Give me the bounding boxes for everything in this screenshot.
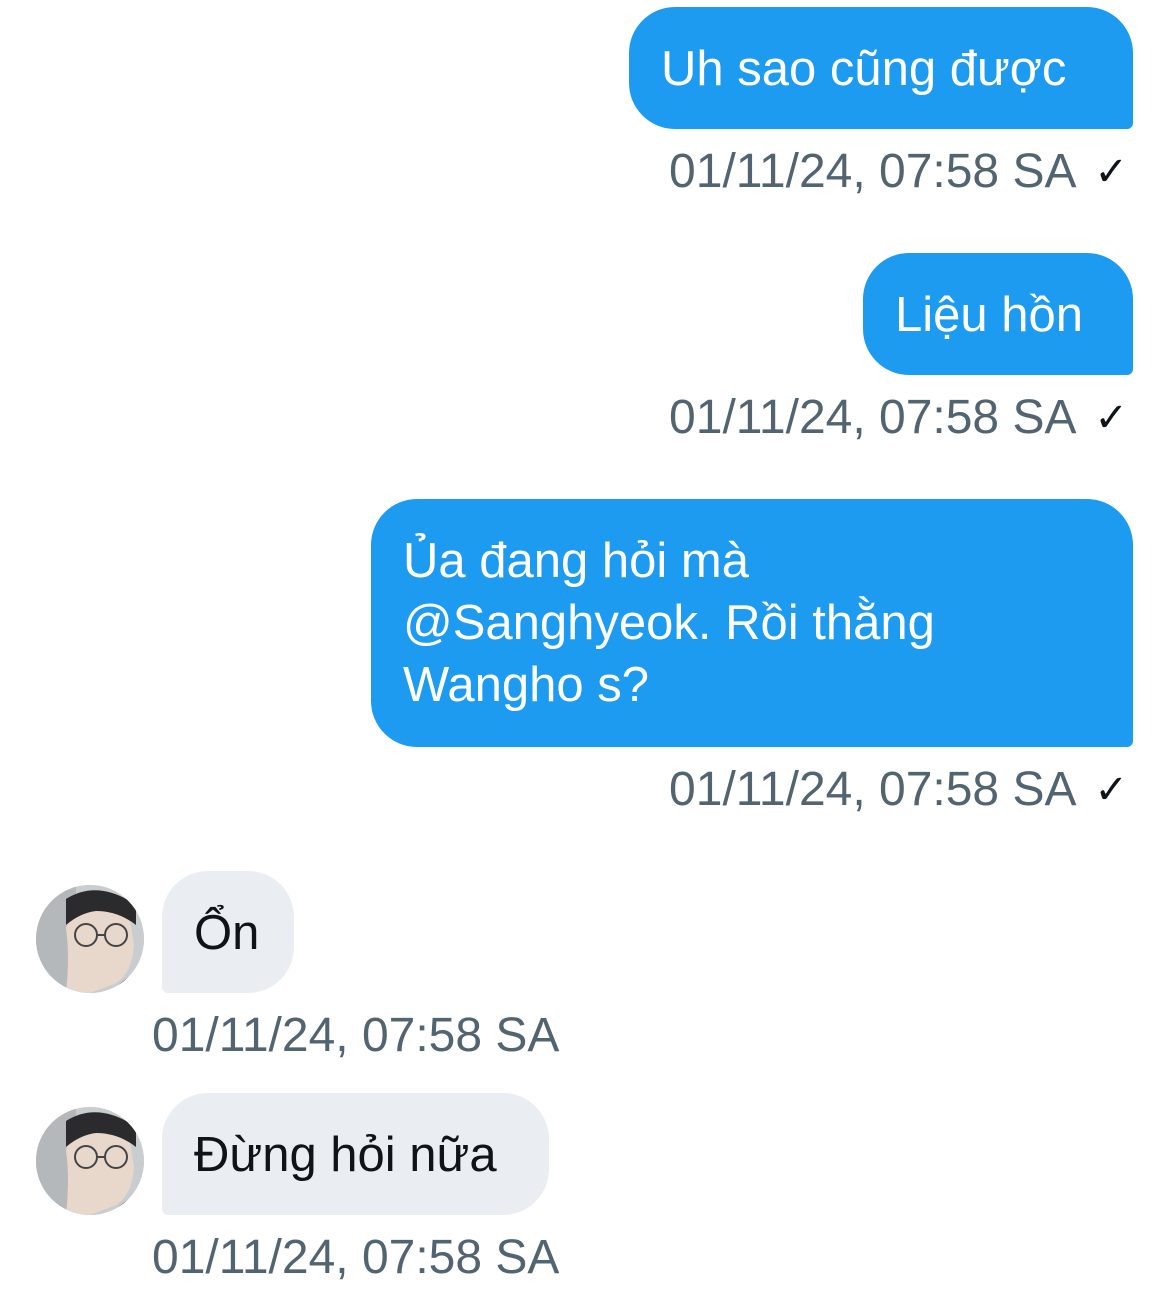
message-text-line: @Sanghyeok. Rồi thằng <box>403 596 935 650</box>
message-meta: 01/11/24, 07:58 SA ✓ <box>669 762 1128 818</box>
message-text: Đừng hỏi nữa <box>194 1128 497 1182</box>
message-text: Ổn <box>194 906 260 960</box>
outgoing-message-bubble[interactable]: Ủa đang hỏi mà @Sanghyeok. Rồi thằng Wan… <box>371 499 1133 747</box>
checkmark-icon: ✓ <box>1094 150 1128 194</box>
message-meta: 01/11/24, 07:58 SA ✓ <box>669 390 1128 446</box>
avatar[interactable] <box>36 1107 144 1215</box>
message-text: Liệu hồn <box>895 288 1084 342</box>
incoming-message-bubble[interactable]: Đừng hỏi nữa <box>162 1093 549 1215</box>
avatar-image <box>36 1107 144 1215</box>
message-text-line: Wangho s? <box>403 658 650 712</box>
outgoing-message-bubble[interactable]: Uh sao cũng được <box>629 7 1133 129</box>
message-timestamp: 01/11/24, 07:58 SA <box>669 145 1077 198</box>
message-timestamp: 01/11/24, 07:58 SA <box>669 391 1077 444</box>
message-timestamp: 01/11/24, 07:58 SA <box>669 763 1077 816</box>
message-timestamp: 01/11/24, 07:58 SA <box>152 1009 560 1062</box>
message-thread: Uh sao cũng được 01/11/24, 07:58 SA ✓ Liệ… <box>0 0 1170 1309</box>
checkmark-icon: ✓ <box>1094 768 1128 812</box>
checkmark-icon: ✓ <box>1094 396 1128 440</box>
message-meta: 01/11/24, 07:58 SA ✓ <box>669 144 1128 200</box>
outgoing-message-bubble[interactable]: Liệu hồn <box>863 253 1133 375</box>
message-timestamp: 01/11/24, 07:58 SA <box>152 1231 560 1284</box>
avatar-image <box>36 885 144 993</box>
message-text-line: Ủa đang hỏi mà <box>403 534 749 588</box>
message-text: Uh sao cũng được <box>661 42 1067 96</box>
avatar[interactable] <box>36 885 144 993</box>
incoming-message-bubble[interactable]: Ổn <box>162 871 294 993</box>
